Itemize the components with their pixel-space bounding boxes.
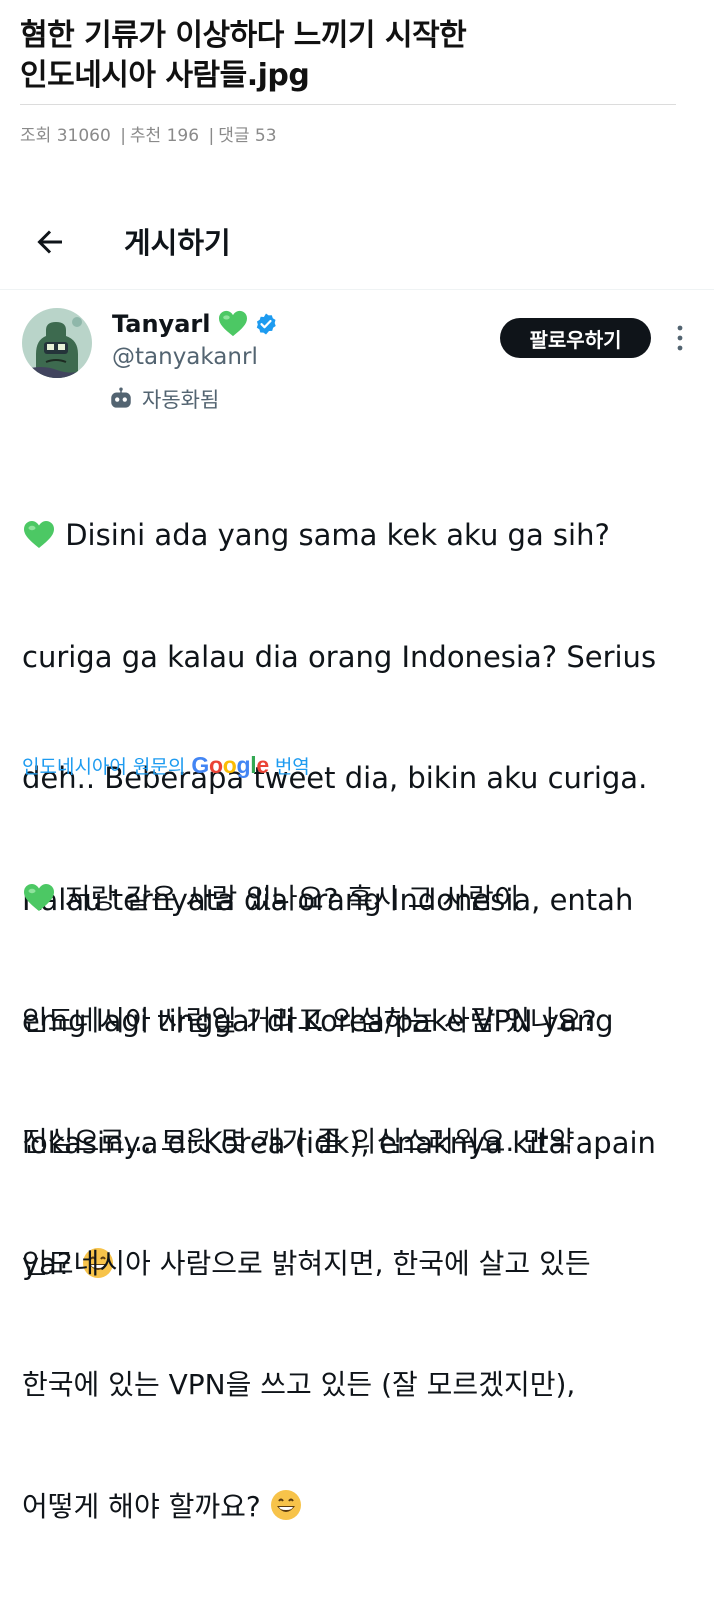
recommend-count: 196 — [166, 126, 200, 146]
meta-separator: | — [120, 126, 126, 146]
name-row: Tanyarl — [112, 310, 278, 338]
tweet-text-line: Disini ada yang sama kek aku ga sih? — [22, 515, 702, 556]
translated-text-line: 인도네시아 사람일 거라고 의심하는 사람 있나요? — [22, 1003, 597, 1037]
translated-text-line: 한국에 있는 VPN을 쓰고 있든 (잘 모르겠지만), — [22, 1368, 576, 1401]
views-label: 조회 — [20, 126, 52, 146]
article-title-line-2: 인도네시아 사람들.jpg — [20, 58, 310, 93]
header-divider — [0, 289, 714, 290]
article-meta: 조회 31060 | 추천 196 | 댓글 53 — [20, 121, 694, 146]
robot-icon — [111, 387, 131, 408]
avatar-image — [22, 308, 92, 378]
meta-separator: | — [208, 126, 215, 146]
translate-link[interactable]: 인도네시아어 원문의 Google 번역 — [22, 752, 310, 779]
more-vertical-icon[interactable] — [668, 320, 692, 356]
verified-badge-icon — [257, 313, 277, 335]
translated-text-line: 인도네시아 사람으로 밝혀지면, 한국에 살고 있든 — [22, 1246, 591, 1280]
arrow-left-icon[interactable] — [32, 224, 68, 260]
automated-label-row: 자동화됨 — [108, 384, 219, 414]
article-title-line-1: 혐한 기류가 이상하다 느끼기 시작한 — [20, 18, 467, 53]
avatar[interactable] — [22, 308, 92, 378]
green-heart-icon — [24, 521, 54, 548]
article-header: 혐한 기류가 이상하다 느끼기 시작한 인도네시아 사람들.jpg 조회 310… — [0, 0, 714, 146]
post-header-title: 게시하기 — [124, 226, 231, 260]
green-heart-icon — [219, 310, 248, 337]
translate-prefix: 인도네시아어 원문의 — [22, 756, 186, 778]
follow-button[interactable]: 팔로우하기 — [500, 318, 651, 358]
translated-text-line: 어떻게 해야 할까요? — [22, 1487, 702, 1528]
translated-text-line: 진심으로... 트윗 몇 개가 좀 의심스러워요. 만약 — [22, 1125, 575, 1158]
display-name[interactable]: Tanyarl — [112, 310, 210, 338]
comments-count: 53 — [254, 126, 277, 146]
comments-label: 댓글 — [218, 126, 250, 146]
post-header: 게시하기 — [0, 218, 714, 268]
title-divider — [20, 104, 676, 105]
article-title: 혐한 기류가 이상하다 느끼기 시작한 인도네시아 사람들.jpg — [20, 16, 694, 96]
recommend-label: 추천 — [129, 126, 162, 146]
views-count: 31060 — [56, 126, 111, 146]
tweet-text-line: curiga ga kalau dia orang Indonesia? Ser… — [22, 639, 657, 674]
grinning-face-icon — [270, 1489, 301, 1520]
green-heart-icon — [24, 884, 54, 911]
translated-text: 저랑 같은 사람 있나요? 혹시 그 사람이 인도네시아 사람일 거라고 의심하… — [22, 798, 702, 1608]
translated-text-line: 저랑 같은 사람 있나요? 혹시 그 사람이 — [22, 879, 702, 920]
translate-suffix: 번역 — [274, 756, 310, 778]
automated-label: 자동화됨 — [142, 388, 220, 412]
google-logo: Google — [191, 752, 269, 778]
handle[interactable]: @tanyakanrl — [112, 344, 258, 370]
